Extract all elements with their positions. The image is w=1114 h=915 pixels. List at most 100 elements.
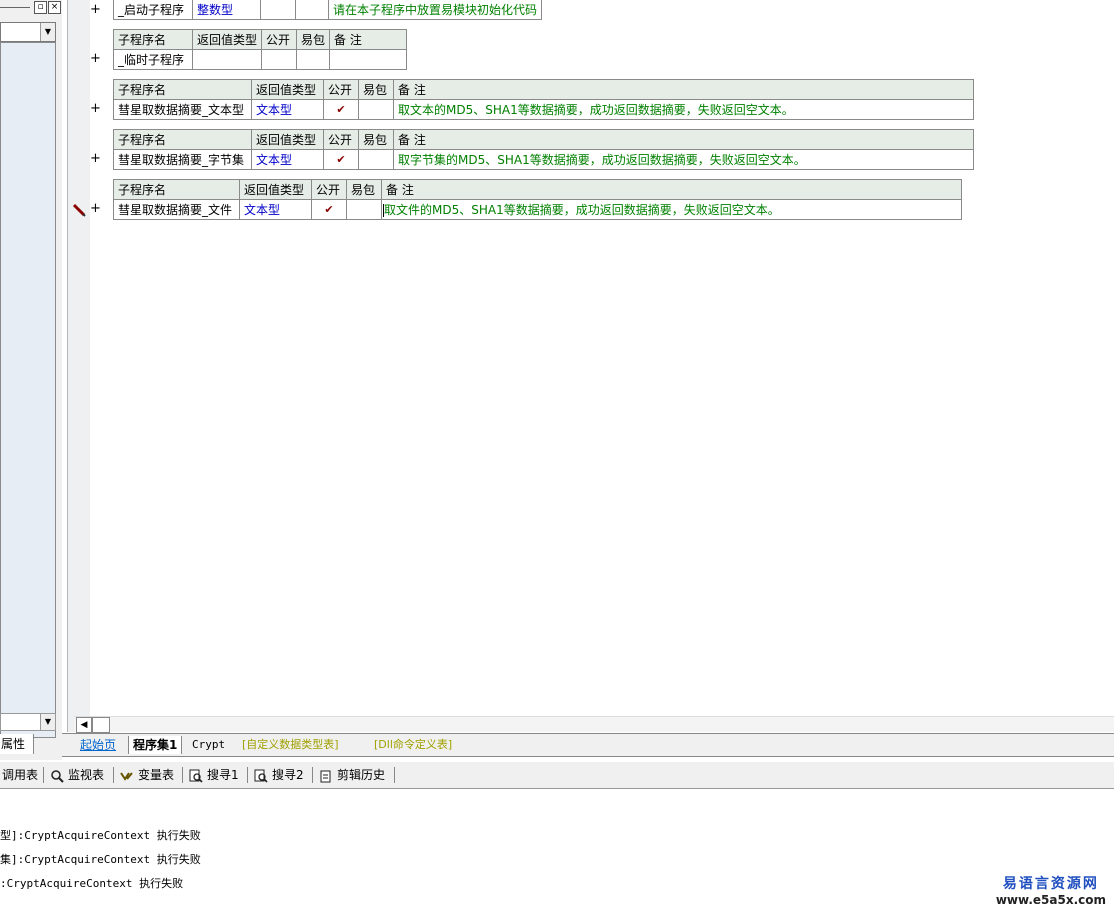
subroutine-table: 子程序名 返回值类型 公开 易包 备 注 彗星取数据摘要_文本型 文本型 ✔ 取… — [113, 79, 974, 120]
search-2-button[interactable]: 搜寻2 — [254, 765, 304, 785]
editor-tab-strip: 起始页 程序集1 Crypt [自定义数据类型表] [Dll命令定义表] — [62, 733, 1114, 757]
chevron-down-icon[interactable]: ▼ — [40, 714, 55, 730]
public-cell[interactable] — [261, 49, 298, 70]
scroll-thumb[interactable] — [92, 717, 110, 733]
header-sub-name: 子程序名 — [113, 79, 252, 100]
sub-name-cell[interactable]: _临时子程序 — [113, 49, 193, 70]
output-line: :CryptAcquireContext 执行失败 — [0, 877, 184, 890]
sub-name-cell[interactable]: 彗星取数据摘要_文本型 — [113, 99, 252, 120]
breakpoint-pencil-icon[interactable] — [72, 203, 86, 217]
pack-cell[interactable] — [346, 199, 382, 220]
note-cell[interactable]: 取文本的MD5、SHA1等数据摘要，成功返回数据摘要，失败返回空文本。 — [393, 99, 974, 120]
header-pack: 易包 — [358, 79, 394, 100]
search-doc-icon — [189, 769, 203, 783]
property-panel[interactable] — [0, 42, 56, 738]
sub-name-cell[interactable]: 彗星取数据摘要_文件 — [113, 199, 240, 220]
table-row[interactable]: 彗星取数据摘要_字节集 文本型 ✔ 取字节集的MD5、SHA1等数据摘要，成功返… — [113, 149, 974, 170]
header-sub-name: 子程序名 — [113, 179, 240, 200]
header-pack: 易包 — [296, 29, 331, 50]
subroutine-table: 子程序名 返回值类型 公开 易包 备 注 彗星取数据摘要_文件 文本型 ✔ 取文… — [113, 179, 962, 220]
pack-cell[interactable] — [296, 49, 331, 70]
close-icon[interactable]: × — [48, 1, 61, 14]
watch-table-button[interactable]: 监视表 — [50, 765, 104, 785]
header-return-type: 返回值类型 — [251, 129, 324, 150]
table-row[interactable]: _启动子程序 整数型 请在本子程序中放置易模块初始化代码 — [113, 0, 543, 20]
header-pack: 易包 — [346, 179, 382, 200]
note-cell[interactable]: 取文件的MD5、SHA1等数据摘要，成功返回数据摘要，失败返回空文本。 — [381, 199, 962, 220]
header-sub-name: 子程序名 — [113, 129, 252, 150]
output-line: 集]:CryptAcquireContext 执行失败 — [0, 853, 201, 866]
note-cell[interactable] — [329, 49, 408, 70]
table-header: 子程序名 返回值类型 公开 易包 备 注 — [113, 129, 974, 150]
header-return-type: 返回值类型 — [191, 29, 263, 50]
table-header: 子程序名 返回值类型 公开 易包 备 注 — [113, 79, 974, 100]
public-check-icon[interactable]: ✔ — [323, 99, 359, 120]
header-sub-name: 子程序名 — [113, 29, 193, 50]
header-note: 备 注 — [393, 129, 974, 150]
restore-icon[interactable]: ▫ — [34, 1, 47, 14]
subroutine-table: 子程序名 返回值类型 公开 易包 备 注 彗星取数据摘要_字节集 文本型 ✔ 取… — [113, 129, 974, 170]
table-row[interactable]: 彗星取数据摘要_文件 文本型 ✔ 取文件的MD5、SHA1等数据摘要，成功返回数… — [113, 199, 962, 220]
watermark-title: 易语言资源网 — [1002, 876, 1099, 892]
public-check-icon[interactable]: ✔ — [311, 199, 347, 220]
pack-cell[interactable] — [358, 149, 394, 170]
scroll-left-icon[interactable]: ◀ — [76, 717, 92, 733]
header-note: 备 注 — [329, 29, 408, 50]
note-cell[interactable]: 取字节集的MD5、SHA1等数据摘要，成功返回数据摘要，失败返回空文本。 — [393, 149, 974, 170]
tab-custom-data-types[interactable]: [自定义数据类型表] — [238, 736, 343, 754]
expand-icon[interactable]: + — [90, 51, 102, 67]
editor-horizontal-scrollbar[interactable]: ◀ — [74, 716, 1114, 733]
table-header: 子程序名 返回值类型 公开 易包 备 注 — [113, 179, 962, 200]
output-panel[interactable]: 型]:CryptAcquireContext 执行失败 集]:CryptAcqu… — [0, 790, 1114, 915]
bottom-toolbar: 调用表 监视表 变量表 搜寻1 搜寻2 剪辑历史 — [0, 762, 1114, 789]
expand-icon[interactable]: + — [90, 101, 102, 117]
public-cell[interactable] — [260, 0, 296, 20]
call-table-button[interactable]: 调用表 — [2, 765, 38, 785]
note-cell[interactable]: 请在本子程序中放置易模块初始化代码 — [327, 0, 543, 20]
output-line: 型]:CryptAcquireContext 执行失败 — [0, 829, 201, 842]
expand-icon[interactable]: + — [90, 151, 102, 167]
variable-table-button[interactable]: 变量表 — [120, 765, 174, 785]
header-public: 公开 — [323, 79, 359, 100]
pack-cell[interactable] — [358, 99, 394, 120]
tab-crypt[interactable]: Crypt — [188, 736, 229, 754]
tab-program-set-1[interactable]: 程序集1 — [128, 736, 183, 754]
return-type-cell[interactable]: 文本型 — [239, 199, 312, 220]
header-pack: 易包 — [358, 129, 394, 150]
properties-tab[interactable]: 属性 — [0, 734, 34, 754]
note-text: 取文件的MD5、SHA1等数据摘要，成功返回数据摘要，失败返回空文本。 — [384, 203, 780, 217]
header-public: 公开 — [323, 129, 359, 150]
clipboard-icon — [320, 770, 331, 782]
magnifier-icon — [51, 769, 64, 783]
table-row[interactable]: _临时子程序 — [113, 49, 408, 70]
header-return-type: 返回值类型 — [239, 179, 312, 200]
expand-icon[interactable]: + — [90, 2, 102, 18]
subroutine-table: 子程序名 返回值类型 公开 易包 备 注 _临时子程序 — [113, 29, 408, 70]
table-header: 子程序名 返回值类型 公开 易包 备 注 — [113, 29, 408, 50]
header-public: 公开 — [311, 179, 347, 200]
return-type-cell[interactable]: 文本型 — [251, 149, 324, 170]
chevron-down-icon[interactable]: ▼ — [40, 23, 55, 41]
variables-icon — [120, 771, 133, 781]
expand-icon[interactable]: + — [90, 201, 102, 217]
header-note: 备 注 — [381, 179, 962, 200]
search-doc-icon — [254, 769, 268, 783]
header-return-type: 返回值类型 — [251, 79, 324, 100]
header-note: 备 注 — [393, 79, 974, 100]
sub-name-cell[interactable]: 彗星取数据摘要_字节集 — [113, 149, 252, 170]
object-selector-combo[interactable]: ▼ — [0, 22, 56, 42]
tab-start-page[interactable]: 起始页 — [76, 736, 120, 754]
return-type-cell[interactable]: 整数型 — [192, 0, 261, 20]
public-check-icon[interactable]: ✔ — [323, 149, 359, 170]
editor-gutter — [67, 0, 90, 732]
table-row[interactable]: 彗星取数据摘要_文本型 文本型 ✔ 取文本的MD5、SHA1等数据摘要，成功返回… — [113, 99, 974, 120]
return-type-cell[interactable] — [191, 49, 263, 70]
sub-name-cell[interactable]: _启动子程序 — [113, 0, 193, 20]
return-type-cell[interactable]: 文本型 — [251, 99, 324, 120]
left-panel-scroll[interactable]: ▼ — [0, 713, 56, 731]
clipboard-history-button[interactable]: 剪辑历史 — [319, 765, 385, 785]
pack-cell[interactable] — [295, 0, 329, 20]
search-1-button[interactable]: 搜寻1 — [189, 765, 239, 785]
tab-dll-commands[interactable]: [Dll命令定义表] — [370, 736, 456, 754]
header-public: 公开 — [261, 29, 298, 50]
